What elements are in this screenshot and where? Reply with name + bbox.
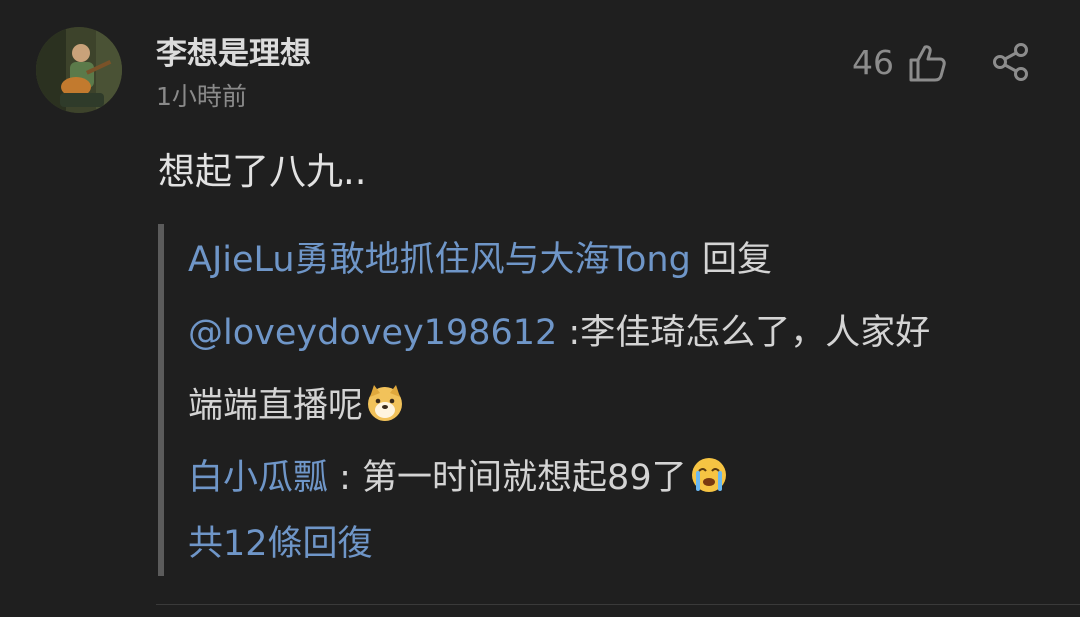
username[interactable]: 李想是理想 <box>156 34 311 74</box>
reply-quote-bar <box>158 224 164 576</box>
share-icon[interactable] <box>992 42 1030 82</box>
reply-action: 回复 <box>690 240 772 280</box>
divider <box>156 604 1080 605</box>
doge-emoji-icon <box>368 385 403 421</box>
reply-author-link[interactable]: AJieLu勇敢地抓住风与大海Tong <box>188 240 691 280</box>
reply-text: : 第一时间就想起89了 <box>328 458 687 498</box>
like-count: 46 <box>852 43 894 82</box>
mention-link[interactable]: @loveydovey198612 <box>188 313 557 353</box>
reply-text: :李佳琦怎么了，人家好 <box>557 313 931 353</box>
avatar-image <box>36 27 122 113</box>
reply-author-link[interactable]: 白小瓜瓢 <box>188 458 328 498</box>
avatar[interactable] <box>36 27 122 113</box>
reply-1-line-3[interactable]: 端端直播呢 <box>188 380 405 432</box>
view-all-replies-link[interactable]: 共12條回復 <box>188 518 373 570</box>
comment-text: 想起了八九.. <box>158 150 367 193</box>
crying-emoji-icon <box>691 458 726 492</box>
reply-2[interactable]: 白小瓜瓢 : 第一时间就想起89了 <box>188 452 729 504</box>
reply-1[interactable]: AJieLu勇敢地抓住风与大海Tong 回复 <box>188 234 772 286</box>
reply-1-line-2[interactable]: @loveydovey198612 :李佳琦怎么了，人家好 <box>188 307 930 359</box>
comment-item: 李想是理想 1小時前 46 想起了八九.. AJieLu勇敢地抓住风与大海Ton… <box>0 0 1080 617</box>
thumbs-up-icon[interactable] <box>907 42 949 84</box>
timestamp: 1小時前 <box>156 82 247 111</box>
reply-text-cont: 端端直播呢 <box>188 386 364 426</box>
